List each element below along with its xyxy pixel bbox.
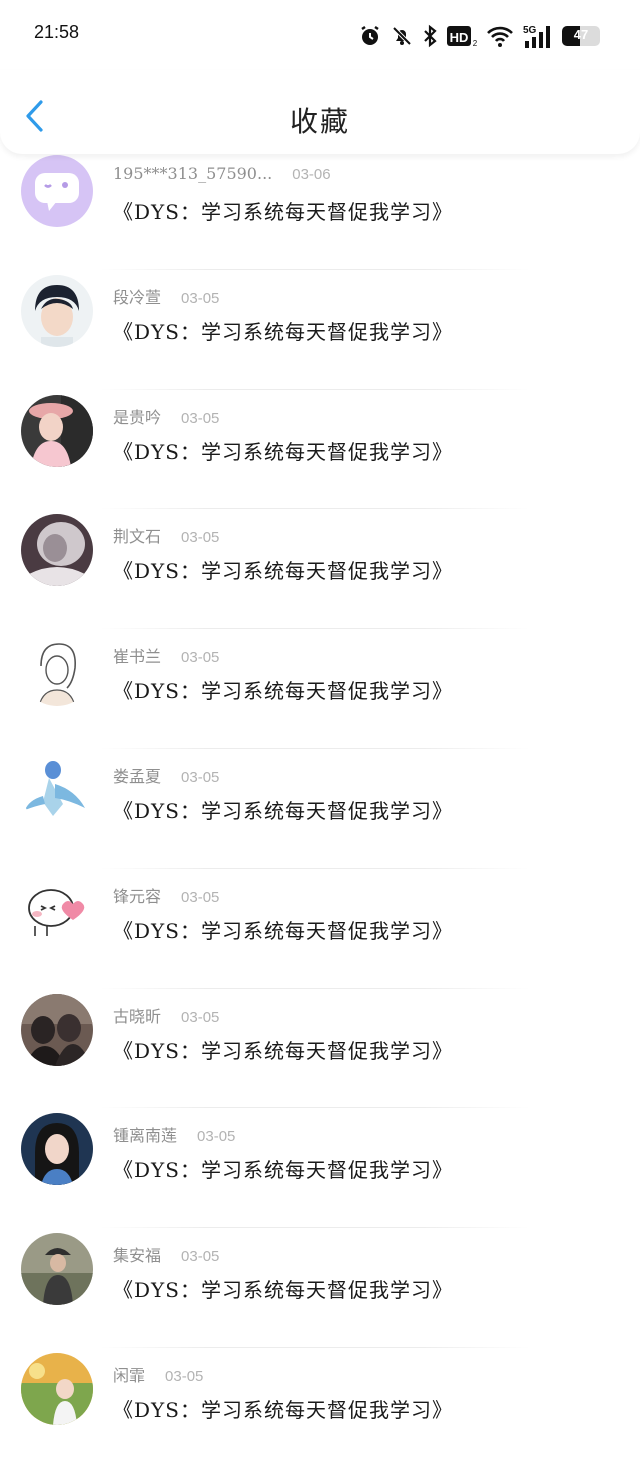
battery-indicator: 47 — [562, 26, 600, 46]
portrait-avatar-icon — [21, 993, 93, 1066]
item-date: 03-05 — [181, 409, 220, 427]
wifi-icon — [486, 24, 514, 48]
author-name: 古晓昕 — [113, 1006, 162, 1026]
avatar — [21, 394, 93, 467]
svg-text:HD: HD — [450, 30, 469, 45]
avatar — [21, 1352, 93, 1425]
item-meta: 锺离南莲 03-05 — [113, 1122, 235, 1146]
list-item[interactable]: 是贵吟 03-05 《DYS：学习系统每天督促我学习》 — [0, 390, 640, 510]
book-title: 《DYS：学习系统每天督促我学习》 — [113, 559, 453, 584]
avatar — [21, 1113, 93, 1186]
signal-5g-icon: 5G — [522, 23, 554, 49]
portrait-avatar-icon — [21, 514, 93, 587]
item-date: 03-05 — [181, 1248, 220, 1266]
item-date: 03-05 — [165, 1367, 204, 1385]
book-title: 《DYS：学习系统每天督促我学习》 — [113, 319, 453, 344]
list-item[interactable]: 古晓昕 03-05 《DYS：学习系统每天督促我学习》 — [0, 989, 640, 1109]
portrait-avatar-icon — [21, 394, 93, 467]
item-date: 03-05 — [181, 529, 220, 547]
item-date: 03-05 — [181, 768, 220, 786]
book-title: 《DYS：学习系统每天督促我学习》 — [113, 1278, 453, 1303]
status-time: 21:58 — [34, 22, 80, 42]
item-date: 03-05 — [181, 649, 220, 667]
book-title: 《DYS：学习系统每天督促我学习》 — [113, 439, 453, 464]
chat-bubble-avatar-icon — [21, 155, 93, 227]
alarm-icon — [358, 24, 382, 48]
author-name: 段冷萱 — [113, 287, 162, 307]
svg-text:5G: 5G — [523, 25, 537, 36]
avatar — [21, 1233, 93, 1306]
status-icons: HD 2 5G 47 — [358, 22, 600, 50]
author-name: 锋元容 — [113, 886, 162, 906]
list-item[interactable]: 195***313_57590... 03-06 《DYS：学习系统每天督促我学习… — [0, 150, 640, 270]
item-meta: 锋元容 03-05 — [113, 883, 219, 907]
author-name: 娄孟夏 — [113, 766, 162, 786]
avatar — [21, 274, 93, 347]
list-item[interactable]: 荆文石 03-05 《DYS：学习系统每天督促我学习》 — [0, 509, 640, 630]
book-title: 《DYS：学习系统每天督促我学习》 — [113, 1038, 453, 1063]
item-date: 03-05 — [181, 1008, 220, 1026]
item-meta: 娄孟夏 03-05 — [113, 763, 219, 787]
item-date: 03-05 — [197, 1128, 236, 1146]
list-item[interactable]: 崔书兰 03-05 《DYS：学习系统每天督促我学习》 — [0, 629, 640, 749]
header: 收藏 — [0, 70, 640, 154]
item-meta: 集安福 03-05 — [113, 1242, 219, 1266]
book-title: 《DYS：学习系统每天督促我学习》 — [113, 679, 453, 704]
sketch-avatar-icon — [21, 634, 93, 707]
portrait-avatar-icon — [21, 274, 93, 347]
item-meta: 古晓昕 03-05 — [113, 1003, 219, 1027]
item-meta: 195***313_57590... 03-06 — [113, 164, 331, 183]
item-meta: 崔书兰 03-05 — [113, 643, 219, 667]
book-title: 《DYS：学习系统每天督促我学习》 — [113, 798, 453, 823]
list-item[interactable]: 锋元容 03-05 《DYS：学习系统每天督促我学习》 — [0, 869, 640, 989]
author-name: 崔书兰 — [113, 647, 162, 667]
avatar — [21, 753, 93, 826]
avatar — [21, 155, 93, 227]
item-meta: 闲霏 03-05 — [113, 1362, 203, 1386]
portrait-avatar-icon — [21, 1233, 93, 1306]
item-date: 03-05 — [181, 289, 220, 307]
avatar — [21, 634, 93, 707]
author-name: 荆文石 — [113, 527, 162, 547]
book-title: 《DYS：学习系统每天督促我学习》 — [113, 1158, 453, 1183]
list-item[interactable]: 段冷萱 03-05 《DYS：学习系统每天督促我学习》 — [0, 270, 640, 390]
book-title: 《DYS：学习系统每天督促我学习》 — [113, 918, 453, 943]
item-meta: 是贵吟 03-05 — [113, 404, 219, 428]
list-item[interactable]: 锺离南莲 03-05 《DYS：学习系统每天督促我学习》 — [0, 1108, 640, 1229]
author-name: 是贵吟 — [113, 407, 162, 427]
author-name: 闲霏 — [113, 1365, 146, 1385]
cartoon-avatar-icon — [21, 753, 93, 826]
item-meta: 段冷萱 03-05 — [113, 284, 219, 308]
item-date: 03-06 — [292, 166, 331, 183]
author-name: 195***313_57590... — [113, 164, 273, 183]
portrait-avatar-icon — [21, 1352, 93, 1425]
avatar — [21, 514, 93, 587]
battery-label: 47 — [573, 27, 589, 42]
svg-text:2: 2 — [473, 39, 478, 48]
author-name: 锺离南莲 — [113, 1126, 178, 1146]
portrait-avatar-icon — [21, 1113, 93, 1186]
hd-icon: HD 2 — [446, 24, 478, 48]
mute-icon — [390, 24, 414, 48]
favorites-list: 195***313_57590... 03-06 《DYS：学习系统每天督促我学习… — [0, 150, 640, 1468]
item-meta: 荆文石 03-05 — [113, 523, 219, 547]
status-bar: 21:58 HD 2 5G 47 — [0, 0, 640, 70]
item-date: 03-05 — [181, 888, 220, 906]
bluetooth-icon — [422, 24, 438, 48]
book-title: 《DYS：学习系统每天督促我学习》 — [113, 1397, 453, 1422]
author-name: 集安福 — [113, 1246, 162, 1266]
book-title: 《DYS：学习系统每天督促我学习》 — [113, 200, 453, 224]
list-item[interactable]: 闲霏 03-05 《DYS：学习系统每天督促我学习》 — [0, 1348, 640, 1468]
cartoon-avatar-icon — [21, 873, 93, 946]
avatar — [21, 993, 93, 1066]
list-item[interactable]: 集安福 03-05 《DYS：学习系统每天督促我学习》 — [0, 1228, 640, 1348]
list-item[interactable]: 娄孟夏 03-05 《DYS：学习系统每天督促我学习》 — [0, 749, 640, 869]
page-title: 收藏 — [289, 105, 350, 138]
avatar — [21, 873, 93, 946]
